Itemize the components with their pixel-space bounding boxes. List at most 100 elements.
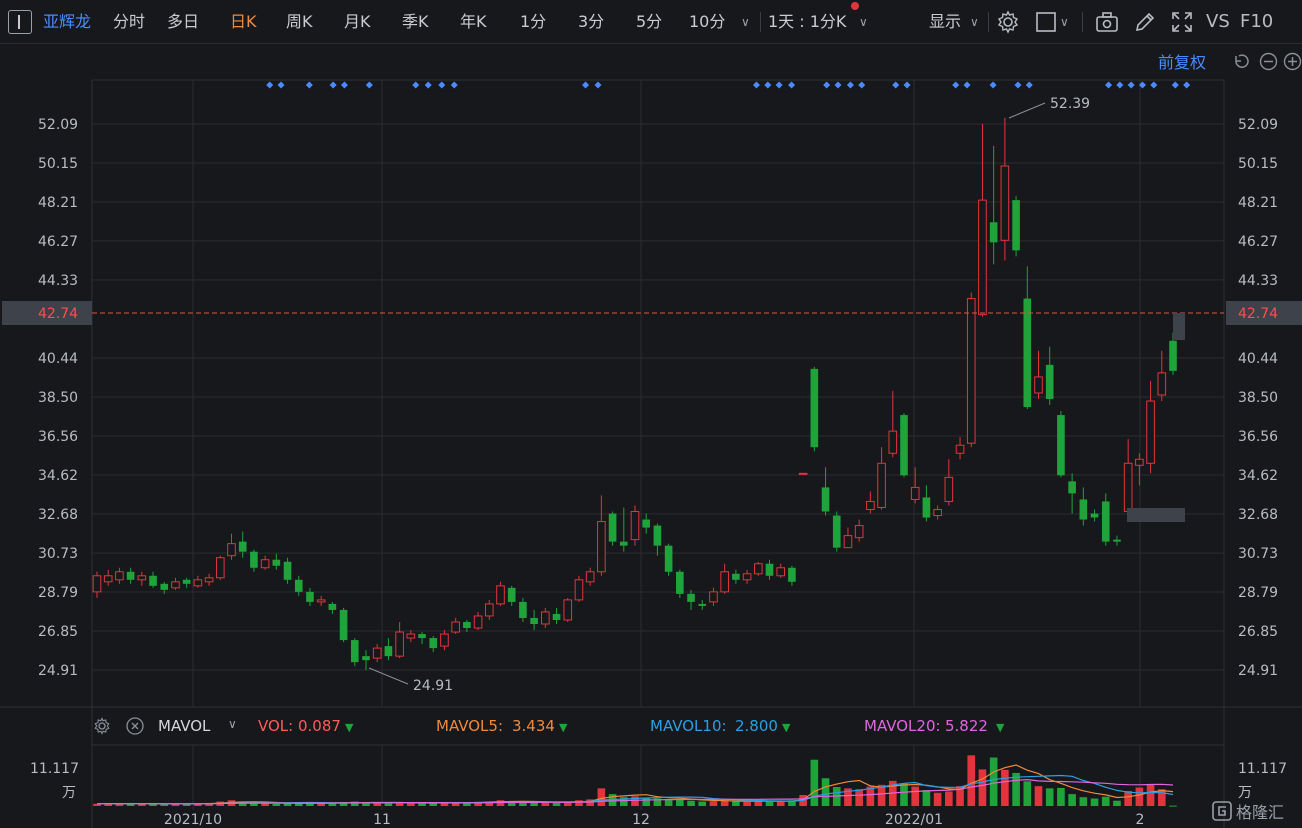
- candle-body: [362, 656, 370, 661]
- candle-body: [126, 571, 135, 580]
- candle-body: [720, 571, 729, 593]
- candle-body: [888, 430, 898, 454]
- candle-body: [418, 634, 426, 639]
- price-tick-label-right: 28.79: [1238, 585, 1278, 601]
- candle-body: [473, 615, 483, 629]
- ma10-label: MAVOL10:: [650, 717, 727, 735]
- price-tick-label-right: 24.91: [1238, 663, 1278, 679]
- candle-body: [1000, 165, 1010, 241]
- volume-bar: [1135, 787, 1144, 806]
- candle-body: [294, 579, 303, 592]
- signal-marker: [846, 81, 854, 89]
- signal-marker: [266, 81, 274, 89]
- candle-body: [484, 603, 494, 617]
- candle-body: [944, 476, 954, 502]
- ma20-value: 5.822: [945, 717, 988, 735]
- candle-body: [1045, 364, 1054, 400]
- candle-body: [563, 599, 573, 621]
- date-tick-label: 2022/01: [885, 812, 943, 828]
- candle-body: [1068, 481, 1076, 494]
- candle-body: [900, 415, 908, 476]
- candle-body: [406, 633, 416, 639]
- volume-bar: [530, 802, 538, 806]
- volume-bar: [1057, 787, 1065, 806]
- indicator-settings-gear-icon[interactable]: [93, 717, 111, 735]
- candle-body: [810, 368, 819, 448]
- volume-bar: [328, 803, 337, 806]
- signal-marker: [277, 81, 285, 89]
- signal-marker: [1127, 81, 1135, 89]
- candle-body: [608, 513, 617, 542]
- candle-body: [193, 579, 203, 587]
- candle-body: [496, 585, 505, 605]
- candle-body: [1023, 298, 1032, 408]
- volume-bar: [922, 790, 931, 806]
- candle-body: [687, 593, 695, 602]
- volume-bar: [1001, 769, 1009, 806]
- candle-body: [451, 621, 460, 633]
- volume-axis-value-left: 11.117: [30, 761, 79, 777]
- candle-body: [597, 521, 606, 573]
- candle-body: [1169, 340, 1177, 371]
- price-tooltip-marker: [1173, 313, 1185, 340]
- price-tick-label-right: 30.73: [1238, 546, 1278, 562]
- candle-body: [215, 557, 225, 579]
- ma10-down-arrow-icon: ▼: [782, 721, 791, 734]
- price-tick-label-right: 34.62: [1238, 468, 1278, 484]
- signal-marker: [1150, 81, 1158, 89]
- volume-bar: [900, 783, 908, 806]
- candle-body: [182, 579, 191, 584]
- signal-marker: [582, 81, 590, 89]
- price-tick-label-right: 32.68: [1238, 507, 1278, 523]
- date-tick-label: 2: [1136, 812, 1145, 828]
- signal-marker: [775, 81, 783, 89]
- price-tick-label-left: 24.91: [38, 663, 78, 679]
- signal-marker: [834, 81, 842, 89]
- date-axis: 2021/10 11 12 2022/01 2: [164, 812, 1145, 828]
- candle-body: [316, 599, 326, 603]
- candle-body: [149, 575, 157, 586]
- signal-marker: [764, 81, 772, 89]
- signal-marker: [450, 81, 458, 89]
- low-price-label: 24.91: [413, 678, 453, 694]
- signal-marker: [1025, 81, 1033, 89]
- glh-logo-icon: [1212, 801, 1232, 821]
- kline-chart[interactable]: 52.09 50.15 48.21 46.27 44.33 40.44 38.50 36.56…: [0, 0, 1302, 828]
- signal-marker: [340, 81, 348, 89]
- volume-bar: [1045, 788, 1054, 806]
- candle-body: [742, 573, 752, 581]
- candle-body: [372, 647, 382, 659]
- volume-bar: [1124, 791, 1132, 806]
- price-axis-left: 52.09 50.15 48.21 46.27 44.33 40.44 38.50 36.56…: [38, 117, 78, 679]
- candle-body: [306, 591, 314, 602]
- volume-bar: [317, 803, 325, 806]
- volume-ma-lines: [96, 764, 1174, 805]
- candle-body: [832, 515, 841, 548]
- candle-body: [843, 535, 853, 549]
- candle-body: [103, 575, 113, 583]
- volume-bar: [933, 792, 942, 806]
- price-tick-label-left: 46.27: [38, 234, 78, 250]
- candle-body: [328, 603, 337, 610]
- price-tick-label-right: 44.33: [1238, 273, 1278, 289]
- candle-body: [92, 575, 102, 593]
- candle-body: [238, 541, 247, 552]
- vol-value: 0.087: [298, 717, 341, 735]
- volume-bar: [384, 803, 393, 806]
- volume-bar: [1157, 789, 1166, 806]
- signal-marker: [594, 81, 602, 89]
- indicator-chevron-down-icon[interactable]: ∨: [228, 717, 237, 731]
- price-tick-label-left: 40.44: [38, 351, 78, 367]
- signal-marker: [1014, 81, 1022, 89]
- candle-body: [204, 577, 214, 583]
- candle-body: [160, 583, 169, 590]
- price-tick-label-left: 48.21: [38, 195, 78, 211]
- volume-bar: [855, 789, 863, 806]
- indicator-name[interactable]: MAVOL: [158, 717, 210, 735]
- signal-marker: [1171, 81, 1179, 89]
- signal-markers: [266, 81, 1191, 89]
- candle-body: [171, 581, 180, 589]
- indicator-close-icon[interactable]: [126, 717, 144, 735]
- date-grid: [192, 80, 1141, 810]
- price-tick-label-left: 32.68: [38, 507, 78, 523]
